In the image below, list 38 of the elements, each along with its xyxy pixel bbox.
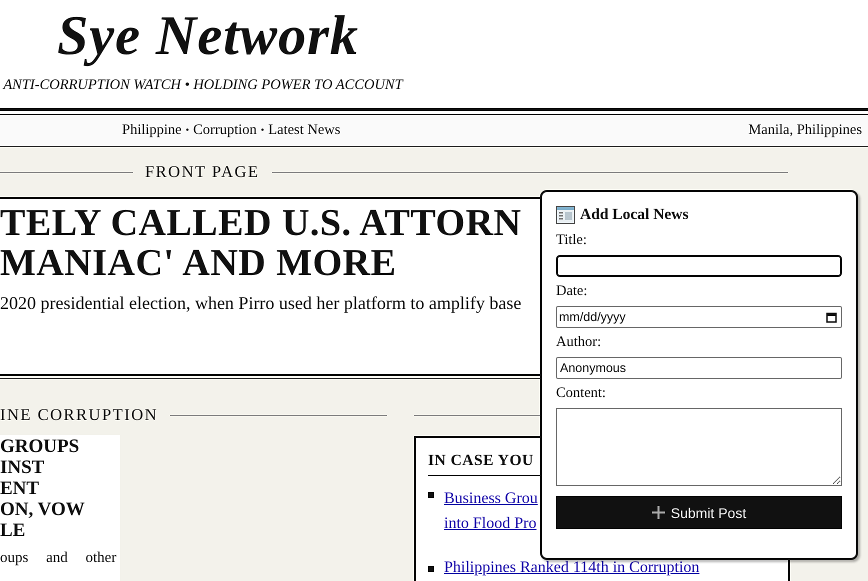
- date-placeholder: mm/dd/yyyy: [559, 310, 626, 324]
- headline-summary: 2020 presidential election, when Pirro used her platform to amplify base: [0, 293, 522, 314]
- location-text: Manila, Philippines: [748, 122, 862, 139]
- nav-separator: •: [186, 125, 190, 136]
- field-label: Title:: [556, 232, 588, 250]
- story-title[interactable]: LE: [0, 520, 120, 541]
- popup-title: Add Local News: [580, 206, 689, 224]
- site-logo[interactable]: Sye Network: [57, 6, 359, 66]
- date-field[interactable]: mm/dd/yyyy: [556, 306, 842, 328]
- nav-link[interactable]: Philippine: [122, 122, 182, 139]
- plus-icon: [652, 506, 665, 519]
- article-link[interactable]: Business Grou: [444, 486, 538, 511]
- field-label: Content:: [556, 385, 607, 403]
- nav-separator: •: [260, 125, 264, 136]
- input-field[interactable]: Anonymous: [556, 357, 842, 379]
- content-field[interactable]: [556, 408, 842, 486]
- story-text: oups and other: [0, 550, 118, 567]
- field-label: Author:: [556, 334, 602, 352]
- article-link[interactable]: into Flood Pro: [444, 511, 538, 536]
- submit-button[interactable]: Submit Post: [556, 496, 842, 529]
- calendar-icon[interactable]: [826, 312, 837, 322]
- headline[interactable]: TELY CALLED U.S. ATTORN: [0, 203, 522, 243]
- input-field[interactable]: [556, 255, 842, 277]
- article-link[interactable]: Philippines Ranked 114th in Corruption: [444, 559, 700, 577]
- headline[interactable]: MANIAC' AND MORE: [0, 243, 396, 283]
- nav-link[interactable]: Latest News: [268, 122, 340, 139]
- story-title[interactable]: GROUPS: [0, 436, 120, 457]
- newspaper-icon: [556, 206, 575, 224]
- nav-link[interactable]: Corruption: [193, 122, 257, 139]
- story-title[interactable]: ON, VOW: [0, 499, 120, 520]
- story-title[interactable]: INST: [0, 457, 120, 478]
- tagline: ANTI-CORRUPTION WATCH • HOLDING POWER TO ACCOUNT: [3, 77, 403, 94]
- bullet-icon: [428, 566, 434, 572]
- section-heading: FRONT PAGE: [145, 162, 260, 182]
- section-heading: INE CORRUPTION: [0, 405, 158, 425]
- field-label: Date:: [556, 283, 588, 301]
- story-title[interactable]: ENT: [0, 478, 120, 499]
- bullet-icon: [428, 492, 434, 498]
